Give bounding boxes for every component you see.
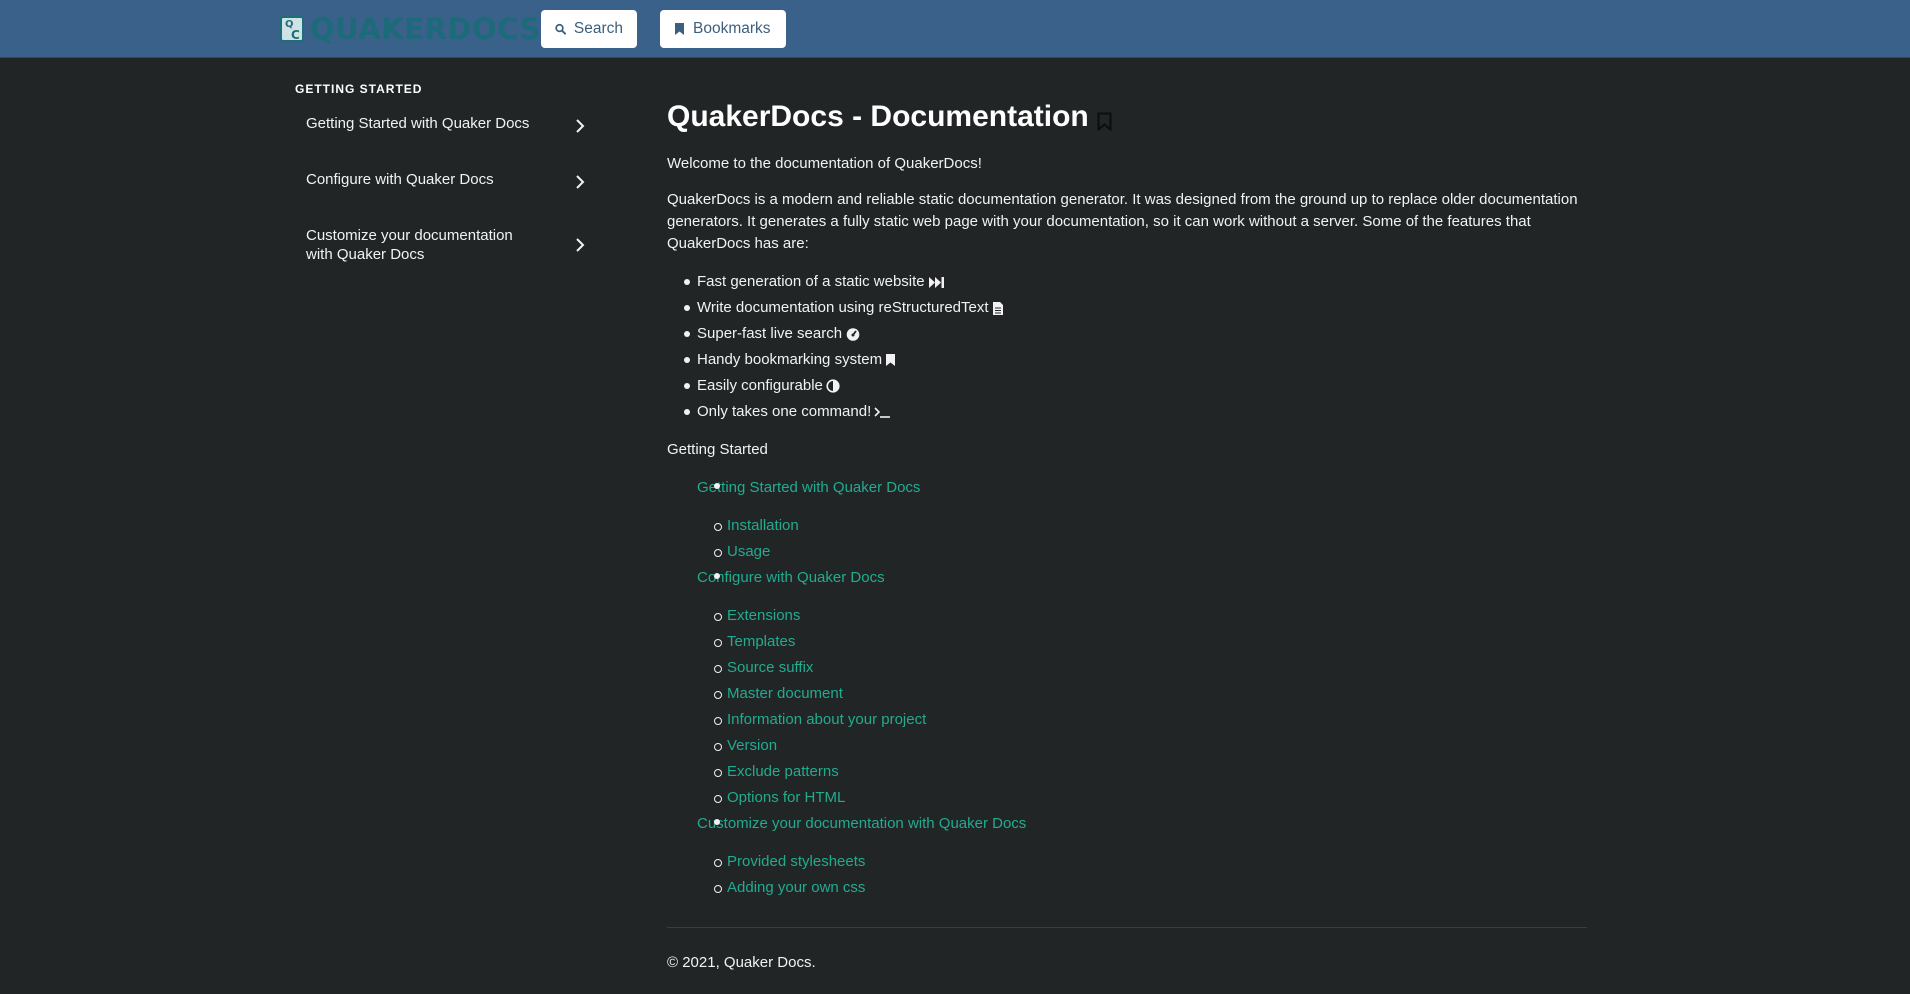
toc-link[interactable]: Adding your own css: [727, 875, 1587, 901]
list-item: Easily configurable: [667, 373, 1587, 399]
toc-link[interactable]: Master document: [727, 681, 1587, 707]
toc-link[interactable]: Installation: [727, 513, 1587, 539]
list-item: Fast generation of a static website: [667, 269, 1587, 295]
logo-text: QUAKERDOCS: [310, 12, 541, 46]
logo-icon: QC: [280, 16, 304, 42]
feature-text: Fast generation of a static website: [697, 273, 925, 290]
list-item: Super-fast live search: [667, 321, 1587, 347]
list-item: Customize your documentation with Quaker…: [667, 811, 1587, 901]
toc-link[interactable]: Version: [727, 733, 1587, 759]
sidebar: GETTING STARTED Getting Started with Qua…: [295, 82, 595, 272]
list-item: Only takes one command!: [667, 399, 1587, 425]
toc-link[interactable]: Templates: [727, 629, 1587, 655]
sidebar-heading: GETTING STARTED: [295, 82, 423, 96]
contrast-icon: [826, 379, 840, 393]
search-icon: [555, 23, 566, 35]
sidebar-item-label: Customize your documentation with Quaker…: [306, 227, 513, 263]
feature-text: Handy bookmarking system: [697, 351, 883, 368]
terminal-icon: [874, 407, 891, 418]
bookmark-icon: [675, 23, 684, 35]
sidebar-item-getting-started[interactable]: Getting Started with Quaker Docs: [295, 106, 595, 146]
toc-link[interactable]: Extensions: [727, 603, 1587, 629]
feature-text: Easily configurable: [697, 377, 823, 394]
toc-link[interactable]: Usage: [727, 539, 1587, 565]
toc-link[interactable]: Provided stylesheets: [727, 849, 1587, 875]
welcome-text: Welcome to the documentation of QuakerDo…: [667, 155, 982, 172]
toc-link[interactable]: Exclude patterns: [727, 759, 1587, 785]
list-item: Source suffix: [697, 655, 1587, 681]
top-navbar: QC QUAKERDOCS Search Bookmarks: [0, 0, 1910, 58]
toc-title: Getting Started: [667, 441, 768, 458]
search-button-label: Search: [573, 20, 623, 37]
list-item: Master document: [697, 681, 1587, 707]
search-button[interactable]: Search: [541, 10, 637, 48]
footer-divider: [667, 927, 1587, 928]
page-title: QuakerDocs - Documentation: [667, 100, 1089, 133]
speedometer-icon: [846, 328, 860, 341]
list-item: Version: [697, 733, 1587, 759]
list-item: Handy bookmarking system: [667, 347, 1587, 373]
toc-link[interactable]: Options for HTML: [727, 785, 1587, 811]
sidebar-item-label: Getting Started with Quaker Docs: [306, 115, 530, 132]
footer-copyright: © 2021, Quaker Docs.: [667, 954, 816, 971]
sidebar-item-customize[interactable]: Customize your documentation with Quaker…: [295, 218, 595, 272]
intro-text: QuakerDocs is a modern and reliable stat…: [667, 191, 1578, 252]
chevron-right-icon: [576, 238, 585, 252]
list-item: Information about your project: [697, 707, 1587, 733]
feature-text: Super-fast live search: [697, 325, 843, 342]
list-item: Write documentation using reStructuredTe…: [667, 295, 1587, 321]
document-icon: [992, 301, 1003, 315]
list-item: Provided stylesheets: [697, 849, 1587, 875]
chevron-right-icon: [576, 175, 585, 189]
list-item: Extensions: [697, 603, 1587, 629]
main-content: QuakerDocs - Documentation Welcome to th…: [667, 95, 1587, 974]
toc-link[interactable]: Customize your documentation with Quaker…: [697, 811, 1587, 837]
feature-list: Fast generation of a static website Writ…: [667, 269, 1587, 425]
chevron-right-icon: [576, 119, 585, 133]
bookmark-icon: [886, 354, 896, 366]
bookmarks-button[interactable]: Bookmarks: [660, 10, 786, 48]
list-item: Installation: [697, 513, 1587, 539]
sidebar-item-label: Configure with Quaker Docs: [306, 171, 494, 188]
list-item: Options for HTML: [697, 785, 1587, 811]
feature-text: Write documentation using reStructuredTe…: [697, 299, 989, 316]
feature-text: Only takes one command!: [697, 403, 872, 420]
toc-link[interactable]: Getting Started with Quaker Docs: [697, 475, 1587, 501]
table-of-contents: Getting Started with Quaker Docs Install…: [667, 475, 1587, 901]
list-item: Getting Started with Quaker Docs Install…: [667, 475, 1587, 565]
list-item: Templates: [697, 629, 1587, 655]
fast-forward-icon: [928, 276, 944, 288]
bookmark-outline-icon[interactable]: [1097, 112, 1112, 131]
list-item: Exclude patterns: [697, 759, 1587, 785]
logo[interactable]: QC QUAKERDOCS: [280, 12, 541, 46]
list-item: Configure with Quaker Docs Extensions Te…: [667, 565, 1587, 811]
toc-link[interactable]: Information about your project: [727, 707, 1587, 733]
sidebar-item-configure[interactable]: Configure with Quaker Docs: [295, 162, 595, 202]
toc-link[interactable]: Source suffix: [727, 655, 1587, 681]
list-item: Adding your own css: [697, 875, 1587, 901]
list-item: Usage: [697, 539, 1587, 565]
toc-link[interactable]: Configure with Quaker Docs: [697, 565, 1587, 591]
bookmarks-button-label: Bookmarks: [693, 20, 771, 37]
